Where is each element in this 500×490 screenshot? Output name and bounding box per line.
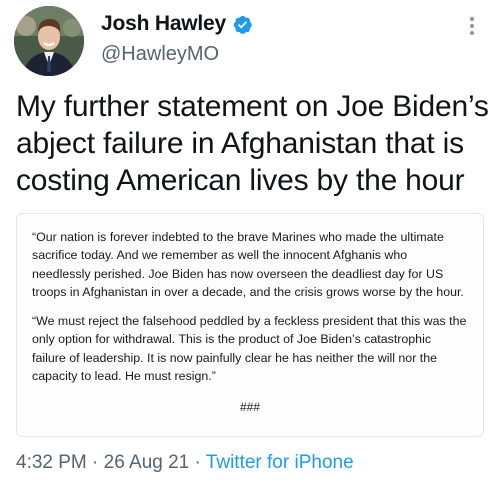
tweet-date[interactable]: 26 Aug 21 — [104, 452, 190, 473]
tweet-time[interactable]: 4:32 PM — [16, 452, 87, 473]
tweet-text: My further statement on Joe Biden’s abje… — [16, 90, 489, 197]
statement-footer: ### — [239, 400, 261, 415]
tweet-source[interactable]: Twitter for iPhone — [206, 452, 354, 473]
verified-badge-icon — [232, 14, 253, 35]
statement-image[interactable]: “Our nation is forever indebted to the b… — [16, 213, 484, 437]
avatar-image — [14, 6, 84, 76]
name-row: Josh Hawley — [101, 12, 253, 36]
user-handle[interactable]: @HawleyMO — [101, 43, 219, 66]
avatar[interactable] — [14, 6, 84, 76]
more-dot — [470, 31, 474, 35]
meta-separator: · — [86, 452, 104, 473]
tweet-metadata: 4:32 PM · 26 Aug 21 · Twitter for iPhone — [16, 452, 354, 474]
display-name[interactable]: Josh Hawley — [101, 12, 226, 36]
statement-paragraph: “We must reject the falsehood peddled by… — [32, 314, 467, 384]
tweet-header: Josh Hawley @HawleyMO — [0, 0, 500, 80]
meta-separator: · — [189, 452, 206, 473]
more-dot — [470, 17, 474, 21]
statement-paragraph: “Our nation is forever indebted to the b… — [32, 230, 464, 299]
more-dot — [470, 24, 474, 28]
more-options-icon[interactable] — [460, 14, 484, 38]
